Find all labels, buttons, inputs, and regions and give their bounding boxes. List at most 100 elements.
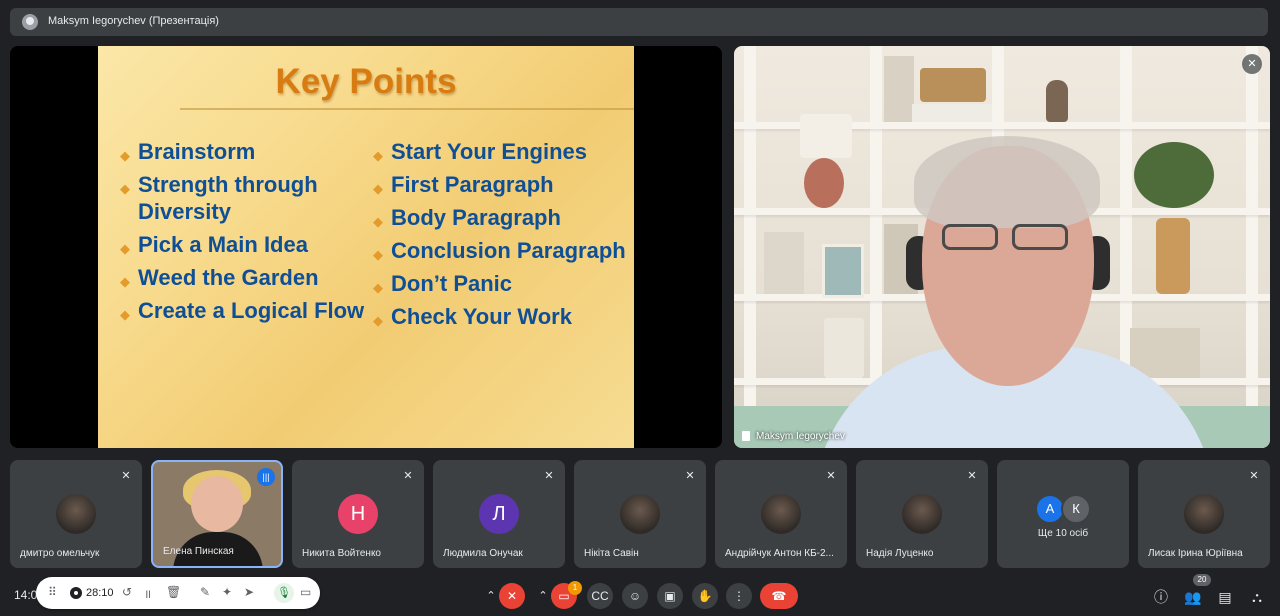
record-icon: [70, 587, 82, 599]
mic-toggle-button[interactable]: ✕: [499, 583, 525, 609]
slide-point: ◆ Start Your Engines: [371, 138, 634, 165]
participant-tile[interactable]: ✕ дмитро омельчук: [10, 460, 142, 568]
raise-hand-button[interactable]: ✋: [692, 583, 718, 609]
chat-icon[interactable]: ▤: [1214, 586, 1236, 608]
speaker-video-tile[interactable]: ✕ Maksym Iegorychev: [734, 46, 1270, 448]
participant-tile[interactable]: ✕ Андрійчук Антон КБ-2...: [715, 460, 847, 568]
vase: [1046, 80, 1068, 122]
participant-tile[interactable]: ✕ Н Никита Войтенко: [292, 460, 424, 568]
participant-name: Никита Войтенко: [302, 548, 381, 559]
slide-point: ◆ Brainstorm: [118, 138, 368, 165]
slide-point: ◆ Strength through Diversity: [120, 172, 318, 224]
shelf-post: [744, 46, 756, 448]
cursor-icon[interactable]: ➤: [244, 585, 254, 599]
camera-icon[interactable]: ▭: [300, 585, 311, 599]
participant-tile[interactable]: ✕ Нікіта Савін: [574, 460, 706, 568]
speaker-name-label: Maksym Iegorychev: [742, 431, 845, 442]
participant-initial-avatar: Л: [479, 494, 519, 534]
plant-pot: [1156, 218, 1190, 294]
slide-right-column: ◆ Start Your Engines ◆ First Paragraph ◆ Bo…: [371, 138, 634, 336]
participant-tile-speaking[interactable]: ||| Елена Пинская: [151, 460, 283, 568]
diamond-bullet-icon: ◆: [120, 148, 130, 163]
muted-mic-icon: ✕: [685, 470, 695, 482]
slide-title: Key Points: [275, 62, 457, 101]
diamond-bullet-icon: ◆: [120, 274, 130, 289]
participant-name: Надія Луценко: [866, 548, 934, 559]
pause-icon[interactable]: ॥: [144, 585, 151, 602]
presentation-title-bar: Maksym Iegorychev (Презентація): [10, 8, 1268, 36]
presentation-stage[interactable]: Key Points ◆ Brainstorm ◆ Strength through…: [10, 46, 722, 448]
mic-icon[interactable]: 🎙: [274, 583, 294, 603]
speaking-indicator-icon: |||: [257, 468, 275, 486]
participant-initial-avatar: Н: [338, 494, 378, 534]
participant-avatar: [56, 494, 96, 534]
meeting-clock: 14:0: [14, 588, 38, 602]
participant-initial-avatar: К: [1061, 494, 1091, 524]
drag-handle-icon[interactable]: ⠿: [48, 585, 57, 599]
muted-mic-icon: ✕: [544, 470, 554, 482]
diamond-bullet-icon: ◆: [373, 181, 383, 196]
participant-tile[interactable]: ✕ Надія Луценко: [856, 460, 988, 568]
slide-point: ◆ Check Your Work: [371, 303, 634, 330]
diamond-bullet-icon: ◆: [373, 313, 383, 328]
muted-mic-icon: ✕: [1242, 54, 1262, 74]
participant-avatar: [1184, 494, 1224, 534]
sculpture: [824, 318, 864, 378]
trash-icon[interactable]: 🗑: [166, 585, 181, 599]
participant-name: Андрійчук Антон КБ-2...: [725, 548, 834, 559]
participant-avatar: [902, 494, 942, 534]
presentation-title: Maksym Iegorychev (Презентація): [48, 15, 219, 27]
pin-icon: [742, 431, 750, 442]
participant-avatar: [620, 494, 660, 534]
slide-left-column: ◆ Brainstorm ◆ Strength through Diversity …: [118, 138, 368, 330]
more-participants-tile[interactable]: А К Ще 10 осіб: [997, 460, 1129, 568]
activities-icon[interactable]: ⛬: [1246, 586, 1268, 608]
diamond-bullet-icon: ◆: [373, 280, 383, 295]
more-options-button[interactable]: ⋮: [726, 583, 752, 609]
presenter-avatar: [22, 14, 38, 30]
slide-point: ◆ Body Paragraph: [371, 204, 634, 231]
pen-icon[interactable]: ✎: [200, 585, 210, 599]
participant-name: дмитро омельчук: [20, 548, 100, 559]
participant-tile[interactable]: ✕ Лисак Ірина Юріївна: [1138, 460, 1270, 568]
participant-video-face: [191, 476, 243, 532]
slide-point: ◆ Pick a Main Idea: [118, 231, 368, 258]
present-button[interactable]: ▣: [657, 583, 683, 609]
diamond-bullet-icon: ◆: [373, 247, 383, 262]
slide-point: ◆ Create a Logical Flow: [118, 297, 368, 324]
participant-tile[interactable]: ✕ Л Людмила Онучак: [433, 460, 565, 568]
highlight-icon[interactable]: ✦: [222, 585, 232, 599]
participant-avatar: [761, 494, 801, 534]
diamond-bullet-icon: ◆: [120, 241, 130, 256]
speaker-hair: [914, 136, 1100, 228]
end-call-button[interactable]: ☎: [760, 583, 798, 609]
recording-toolbar: ⠿ 28:10 ↺ ॥ 🗑 ✎ ✦ ➤ 🎙 ▭: [36, 577, 320, 609]
emoji-button[interactable]: ☺: [622, 583, 648, 609]
info-icon[interactable]: ⓘ: [1150, 586, 1172, 608]
muted-mic-icon: ✕: [826, 470, 836, 482]
participant-name: Лисак Ірина Юріївна: [1148, 548, 1243, 559]
captions-button[interactable]: CC: [587, 583, 613, 609]
participant-name: Нікіта Савін: [584, 548, 639, 559]
restart-icon[interactable]: ↺: [122, 585, 132, 599]
participants-count: 20: [1193, 574, 1211, 586]
chevron-up-icon[interactable]: ⌃: [536, 583, 550, 609]
slide-point: ◆ First Paragraph: [371, 171, 634, 198]
books: [884, 56, 914, 122]
diamond-bullet-icon: ◆: [373, 148, 383, 163]
slide: Key Points ◆ Brainstorm ◆ Strength through…: [98, 46, 634, 448]
muted-mic-icon: ✕: [403, 470, 413, 482]
people-icon[interactable]: 👥: [1182, 586, 1204, 608]
lamp: [804, 158, 844, 208]
muted-mic-icon: ✕: [1249, 470, 1259, 482]
more-participants-label: Ще 10 осіб: [1037, 528, 1089, 539]
muted-mic-icon: ✕: [967, 470, 977, 482]
speaker-glasses: [942, 224, 1072, 250]
lamp-shade: [800, 114, 852, 158]
chevron-up-icon[interactable]: ⌃: [484, 583, 498, 609]
books: [764, 232, 804, 294]
books: [912, 104, 992, 122]
muted-mic-icon: ✕: [121, 470, 131, 482]
participant-name: Елена Пинская: [163, 546, 234, 557]
picture-frame: [822, 244, 864, 298]
